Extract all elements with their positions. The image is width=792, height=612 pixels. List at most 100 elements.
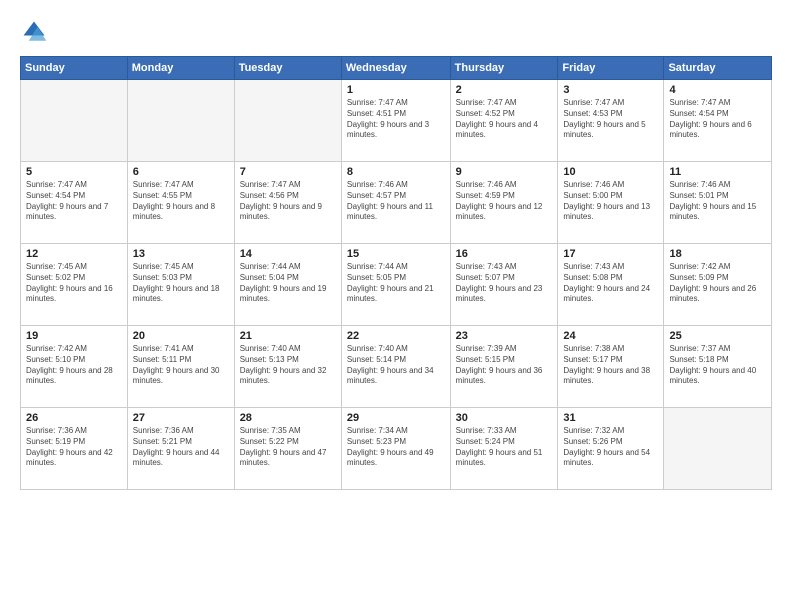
calendar-cell: 1 Sunrise: 7:47 AM Sunset: 4:51 PM Daylig…	[341, 80, 450, 162]
day-info: Sunrise: 7:43 AM Sunset: 5:07 PM Dayligh…	[456, 262, 553, 305]
calendar-cell: 30 Sunrise: 7:33 AM Sunset: 5:24 PM Dayli…	[450, 408, 558, 490]
logo-icon	[20, 18, 48, 46]
day-number: 18	[669, 248, 766, 260]
day-info: Sunrise: 7:47 AM Sunset: 4:51 PM Dayligh…	[347, 98, 445, 141]
day-info: Sunrise: 7:40 AM Sunset: 5:14 PM Dayligh…	[347, 344, 445, 387]
calendar-cell	[234, 80, 341, 162]
calendar-cell: 9 Sunrise: 7:46 AM Sunset: 4:59 PM Daylig…	[450, 162, 558, 244]
day-info: Sunrise: 7:45 AM Sunset: 5:03 PM Dayligh…	[133, 262, 229, 305]
calendar-week: 1 Sunrise: 7:47 AM Sunset: 4:51 PM Daylig…	[21, 80, 772, 162]
calendar-cell	[664, 408, 772, 490]
day-number: 14	[240, 248, 336, 260]
day-info: Sunrise: 7:32 AM Sunset: 5:26 PM Dayligh…	[563, 426, 658, 469]
day-number: 31	[563, 412, 658, 424]
day-number: 4	[669, 84, 766, 96]
calendar-body: 1 Sunrise: 7:47 AM Sunset: 4:51 PM Daylig…	[21, 80, 772, 490]
day-number: 20	[133, 330, 229, 342]
day-info: Sunrise: 7:47 AM Sunset: 4:54 PM Dayligh…	[669, 98, 766, 141]
weekday-row: SundayMondayTuesdayWednesdayThursdayFrid…	[21, 57, 772, 80]
calendar-cell: 5 Sunrise: 7:47 AM Sunset: 4:54 PM Daylig…	[21, 162, 128, 244]
weekday-header: Thursday	[450, 57, 558, 80]
day-number: 1	[347, 84, 445, 96]
day-number: 21	[240, 330, 336, 342]
day-info: Sunrise: 7:38 AM Sunset: 5:17 PM Dayligh…	[563, 344, 658, 387]
day-number: 5	[26, 166, 122, 178]
day-info: Sunrise: 7:42 AM Sunset: 5:09 PM Dayligh…	[669, 262, 766, 305]
day-number: 11	[669, 166, 766, 178]
calendar-cell: 31 Sunrise: 7:32 AM Sunset: 5:26 PM Dayli…	[558, 408, 664, 490]
day-number: 22	[347, 330, 445, 342]
day-number: 29	[347, 412, 445, 424]
day-number: 15	[347, 248, 445, 260]
day-info: Sunrise: 7:33 AM Sunset: 5:24 PM Dayligh…	[456, 426, 553, 469]
day-info: Sunrise: 7:37 AM Sunset: 5:18 PM Dayligh…	[669, 344, 766, 387]
day-number: 23	[456, 330, 553, 342]
day-number: 2	[456, 84, 553, 96]
weekday-header: Tuesday	[234, 57, 341, 80]
calendar-cell: 10 Sunrise: 7:46 AM Sunset: 5:00 PM Dayli…	[558, 162, 664, 244]
day-number: 16	[456, 248, 553, 260]
calendar-cell: 4 Sunrise: 7:47 AM Sunset: 4:54 PM Daylig…	[664, 80, 772, 162]
calendar-cell	[127, 80, 234, 162]
day-info: Sunrise: 7:47 AM Sunset: 4:56 PM Dayligh…	[240, 180, 336, 223]
calendar-cell: 15 Sunrise: 7:44 AM Sunset: 5:05 PM Dayli…	[341, 244, 450, 326]
day-number: 9	[456, 166, 553, 178]
day-info: Sunrise: 7:46 AM Sunset: 5:00 PM Dayligh…	[563, 180, 658, 223]
calendar-week: 19Sunrise: 7:42 AM Sunset: 5:10 PM Dayli…	[21, 326, 772, 408]
calendar-cell: 3 Sunrise: 7:47 AM Sunset: 4:53 PM Daylig…	[558, 80, 664, 162]
weekday-header: Monday	[127, 57, 234, 80]
calendar-cell: 17Sunrise: 7:43 AM Sunset: 5:08 PM Dayli…	[558, 244, 664, 326]
calendar-cell: 27 Sunrise: 7:36 AM Sunset: 5:21 PM Dayli…	[127, 408, 234, 490]
day-number: 30	[456, 412, 553, 424]
day-info: Sunrise: 7:41 AM Sunset: 5:11 PM Dayligh…	[133, 344, 229, 387]
day-number: 6	[133, 166, 229, 178]
day-info: Sunrise: 7:35 AM Sunset: 5:22 PM Dayligh…	[240, 426, 336, 469]
calendar-cell: 25 Sunrise: 7:37 AM Sunset: 5:18 PM Dayli…	[664, 326, 772, 408]
day-info: Sunrise: 7:47 AM Sunset: 4:54 PM Dayligh…	[26, 180, 122, 223]
day-number: 24	[563, 330, 658, 342]
day-number: 12	[26, 248, 122, 260]
day-info: Sunrise: 7:47 AM Sunset: 4:52 PM Dayligh…	[456, 98, 553, 141]
calendar-cell: 23 Sunrise: 7:39 AM Sunset: 5:15 PM Dayli…	[450, 326, 558, 408]
day-info: Sunrise: 7:39 AM Sunset: 5:15 PM Dayligh…	[456, 344, 553, 387]
calendar-cell: 6Sunrise: 7:47 AM Sunset: 4:55 PM Daylig…	[127, 162, 234, 244]
day-info: Sunrise: 7:36 AM Sunset: 5:21 PM Dayligh…	[133, 426, 229, 469]
calendar-week: 12Sunrise: 7:45 AM Sunset: 5:02 PM Dayli…	[21, 244, 772, 326]
calendar: SundayMondayTuesdayWednesdayThursdayFrid…	[20, 56, 772, 490]
calendar-cell: 11 Sunrise: 7:46 AM Sunset: 5:01 PM Dayli…	[664, 162, 772, 244]
weekday-header: Wednesday	[341, 57, 450, 80]
weekday-header: Sunday	[21, 57, 128, 80]
day-number: 3	[563, 84, 658, 96]
calendar-week: 26 Sunrise: 7:36 AM Sunset: 5:19 PM Dayli…	[21, 408, 772, 490]
calendar-cell	[21, 80, 128, 162]
day-number: 28	[240, 412, 336, 424]
day-number: 10	[563, 166, 658, 178]
day-info: Sunrise: 7:46 AM Sunset: 5:01 PM Dayligh…	[669, 180, 766, 223]
day-info: Sunrise: 7:46 AM Sunset: 4:57 PM Dayligh…	[347, 180, 445, 223]
day-info: Sunrise: 7:43 AM Sunset: 5:08 PM Dayligh…	[563, 262, 658, 305]
calendar-cell: 22 Sunrise: 7:40 AM Sunset: 5:14 PM Dayli…	[341, 326, 450, 408]
day-info: Sunrise: 7:36 AM Sunset: 5:19 PM Dayligh…	[26, 426, 122, 469]
calendar-cell: 21 Sunrise: 7:40 AM Sunset: 5:13 PM Dayli…	[234, 326, 341, 408]
day-number: 26	[26, 412, 122, 424]
calendar-cell: 26 Sunrise: 7:36 AM Sunset: 5:19 PM Dayli…	[21, 408, 128, 490]
day-info: Sunrise: 7:44 AM Sunset: 5:05 PM Dayligh…	[347, 262, 445, 305]
day-number: 27	[133, 412, 229, 424]
day-number: 7	[240, 166, 336, 178]
day-number: 19	[26, 330, 122, 342]
day-number: 8	[347, 166, 445, 178]
page: SundayMondayTuesdayWednesdayThursdayFrid…	[0, 0, 792, 612]
weekday-header: Friday	[558, 57, 664, 80]
calendar-header: SundayMondayTuesdayWednesdayThursdayFrid…	[21, 57, 772, 80]
day-info: Sunrise: 7:47 AM Sunset: 4:53 PM Dayligh…	[563, 98, 658, 141]
day-number: 25	[669, 330, 766, 342]
calendar-cell: 28 Sunrise: 7:35 AM Sunset: 5:22 PM Dayli…	[234, 408, 341, 490]
calendar-cell: 13Sunrise: 7:45 AM Sunset: 5:03 PM Dayli…	[127, 244, 234, 326]
calendar-cell: 16 Sunrise: 7:43 AM Sunset: 5:07 PM Dayli…	[450, 244, 558, 326]
calendar-cell: 20 Sunrise: 7:41 AM Sunset: 5:11 PM Dayli…	[127, 326, 234, 408]
weekday-header: Saturday	[664, 57, 772, 80]
calendar-cell: 24 Sunrise: 7:38 AM Sunset: 5:17 PM Dayli…	[558, 326, 664, 408]
calendar-cell: 14Sunrise: 7:44 AM Sunset: 5:04 PM Dayli…	[234, 244, 341, 326]
day-info: Sunrise: 7:40 AM Sunset: 5:13 PM Dayligh…	[240, 344, 336, 387]
day-info: Sunrise: 7:46 AM Sunset: 4:59 PM Dayligh…	[456, 180, 553, 223]
